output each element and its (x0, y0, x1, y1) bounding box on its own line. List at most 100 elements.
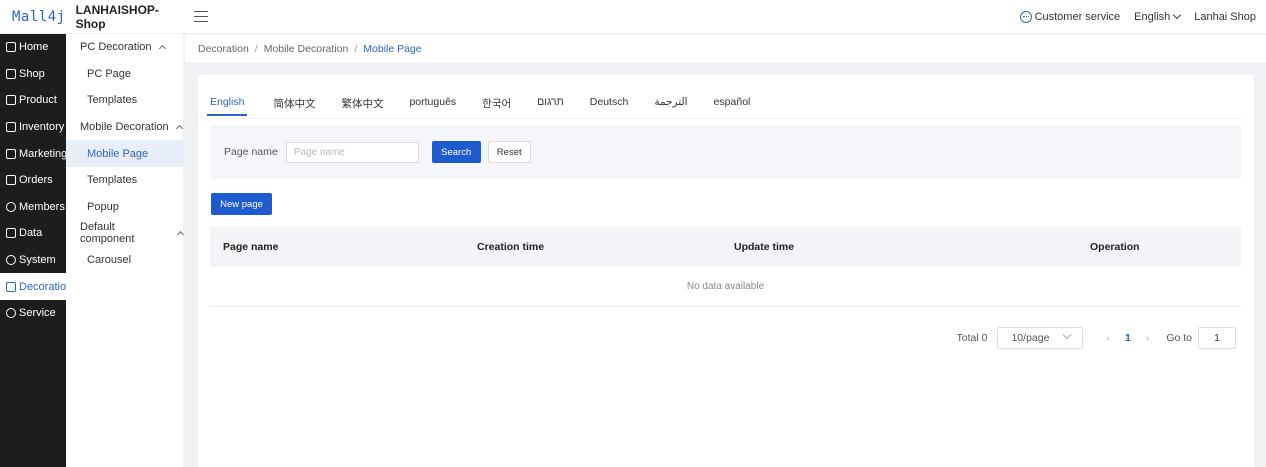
submenu-item-mobile-page[interactable]: Mobile Page (66, 140, 183, 167)
user-menu[interactable]: Lanhai Shop (1194, 11, 1256, 23)
sidebar-item-system[interactable]: System (0, 247, 66, 274)
breadcrumb-separator: / (354, 42, 358, 55)
search-button[interactable]: Search (431, 141, 481, 163)
submenu-group-default-component[interactable]: Default component (66, 220, 185, 247)
language-label: English (1134, 10, 1171, 23)
pagination-total: Total 0 (956, 332, 988, 344)
secondary-sidebar: PC Decoration PC Page Templates Mobile D… (66, 34, 185, 467)
sidebar-item-label: Inventory (19, 121, 65, 134)
chevron-up-icon (175, 125, 183, 133)
gear-icon (6, 255, 16, 266)
submenu-item-mobile-templates[interactable]: Templates (66, 167, 183, 194)
sidebar-item-marketing[interactable]: Marketing (0, 140, 67, 167)
breadcrumb-separator: / (254, 42, 258, 55)
header-actions: Customer service English Lanhai Shop (1019, 10, 1266, 23)
tab-simplified-chinese[interactable]: 简体中文 (273, 96, 315, 116)
tab-divider (210, 118, 1241, 119)
pages-table: Page name Creation time Update time Oper… (210, 227, 1241, 307)
sidebar-item-members[interactable]: Members (0, 194, 66, 221)
shop-icon (6, 68, 16, 79)
sidebar-item-decoration[interactable]: Decoration (0, 273, 72, 300)
submenu-group-label: Mobile Decoration (80, 121, 169, 134)
sidebar-item-product[interactable]: Product (0, 87, 66, 114)
sidebar-item-label: Product (19, 94, 57, 107)
sidebar-item-service[interactable]: Service (0, 300, 66, 327)
customer-service-button[interactable]: Customer service (1019, 10, 1121, 23)
members-icon (6, 201, 16, 212)
submenu-item-pc-page[interactable]: PC Page (66, 61, 183, 88)
tab-traditional-chinese[interactable]: 繁体中文 (341, 96, 383, 116)
language-selector[interactable]: English (1134, 10, 1182, 23)
sidebar-item-label: Data (19, 227, 43, 240)
sidebar-item-label: Service (19, 307, 56, 320)
sidebar-item-label: System (19, 254, 56, 267)
sidebar-item-label: Shop (19, 67, 45, 80)
goto-label: Go to (1166, 332, 1192, 344)
new-page-button[interactable]: New page (211, 193, 272, 215)
breadcrumb: Decoration / Mobile Decoration / Mobile … (185, 35, 1266, 62)
next-page-icon[interactable]: › (1146, 332, 1150, 344)
chat-bubble-icon (1019, 10, 1032, 23)
prev-page-icon[interactable]: ‹ (1106, 332, 1110, 344)
submenu-item-carousel[interactable]: Carousel (66, 247, 183, 274)
submenu-group-pc-decoration[interactable]: PC Decoration (66, 34, 183, 61)
customer-service-label: Customer service (1034, 10, 1121, 23)
brand-logo: Mall4j (12, 8, 66, 25)
goto-page-input[interactable] (1198, 327, 1236, 349)
tab-hebrew[interactable]: תרגום (537, 96, 564, 116)
submenu-item-pc-templates[interactable]: Templates (66, 87, 183, 114)
breadcrumb-item-current: Mobile Page (363, 42, 422, 55)
page-name-label: Page name (224, 146, 278, 158)
page-number-current[interactable]: 1 (1125, 332, 1131, 344)
submenu-group-mobile-decoration[interactable]: Mobile Decoration (66, 114, 183, 141)
column-header-creation-time: Creation time (477, 241, 545, 253)
logo-area: Mall4j LANHAISHOP-Shop (0, 3, 184, 31)
page-name-input[interactable] (285, 141, 419, 163)
search-panel: Page name Search Reset (210, 125, 1241, 179)
column-header-page-name: Page name (223, 241, 279, 253)
primary-sidebar: Home Shop Product Inventory Marketing Or… (0, 34, 72, 467)
page-size-select[interactable]: 10/page (997, 327, 1084, 349)
reset-button[interactable]: Reset (487, 141, 531, 163)
home-icon (6, 42, 16, 53)
menu-collapse-icon[interactable] (194, 10, 208, 23)
shop-name: LANHAISHOP-Shop (75, 2, 159, 31)
tab-spanish[interactable]: español (714, 96, 751, 116)
tab-arabic[interactable]: الترجمة (654, 96, 687, 116)
breadcrumb-item-mobile-decoration[interactable]: Mobile Decoration (264, 43, 349, 55)
table-header: Page name Creation time Update time Oper… (210, 227, 1241, 267)
sidebar-item-shop[interactable]: Shop (0, 61, 66, 88)
empty-state: No data available (210, 267, 1241, 307)
decoration-icon (6, 281, 16, 292)
column-header-operation: Operation (1090, 241, 1140, 253)
column-header-update-time: Update time (734, 241, 795, 253)
submenu-group-label: PC Decoration (80, 41, 152, 54)
chevron-up-icon (177, 231, 185, 239)
sidebar-item-label: Home (19, 41, 49, 54)
product-icon (6, 95, 16, 106)
submenu-item-popup[interactable]: Popup (66, 194, 183, 221)
chevron-down-icon (1063, 330, 1072, 340)
tab-portuguese[interactable]: português (409, 96, 456, 116)
sidebar-item-home[interactable]: Home (0, 34, 66, 61)
sidebar-item-inventory[interactable]: Inventory (0, 114, 66, 141)
chat-icon (6, 308, 16, 319)
tab-korean[interactable]: 한국어 (482, 96, 511, 116)
sidebar-item-data[interactable]: Data (0, 220, 66, 247)
top-header: Mall4j LANHAISHOP-Shop Customer service … (0, 0, 1266, 34)
pagination: Total 0 10/page ‹ 1 › Go to (957, 327, 1236, 349)
data-icon (6, 228, 16, 239)
page-size-value: 10/page (1011, 332, 1050, 344)
sidebar-item-label: Members (19, 200, 65, 213)
chevron-down-icon (1172, 10, 1182, 20)
gift-icon (6, 148, 16, 159)
sidebar-item-label: Orders (19, 174, 53, 187)
tab-german[interactable]: Deutsch (590, 96, 629, 116)
tab-english[interactable]: English (207, 96, 248, 116)
main-content-card: English 简体中文 繁体中文 português 한국어 תרגום De… (198, 75, 1254, 467)
sidebar-item-orders[interactable]: Orders (0, 167, 66, 194)
submenu-group-label: Default component (80, 221, 135, 246)
sidebar-item-label: Decoration (19, 280, 73, 293)
breadcrumb-item-decoration[interactable]: Decoration (198, 43, 249, 55)
inventory-icon (6, 122, 16, 133)
